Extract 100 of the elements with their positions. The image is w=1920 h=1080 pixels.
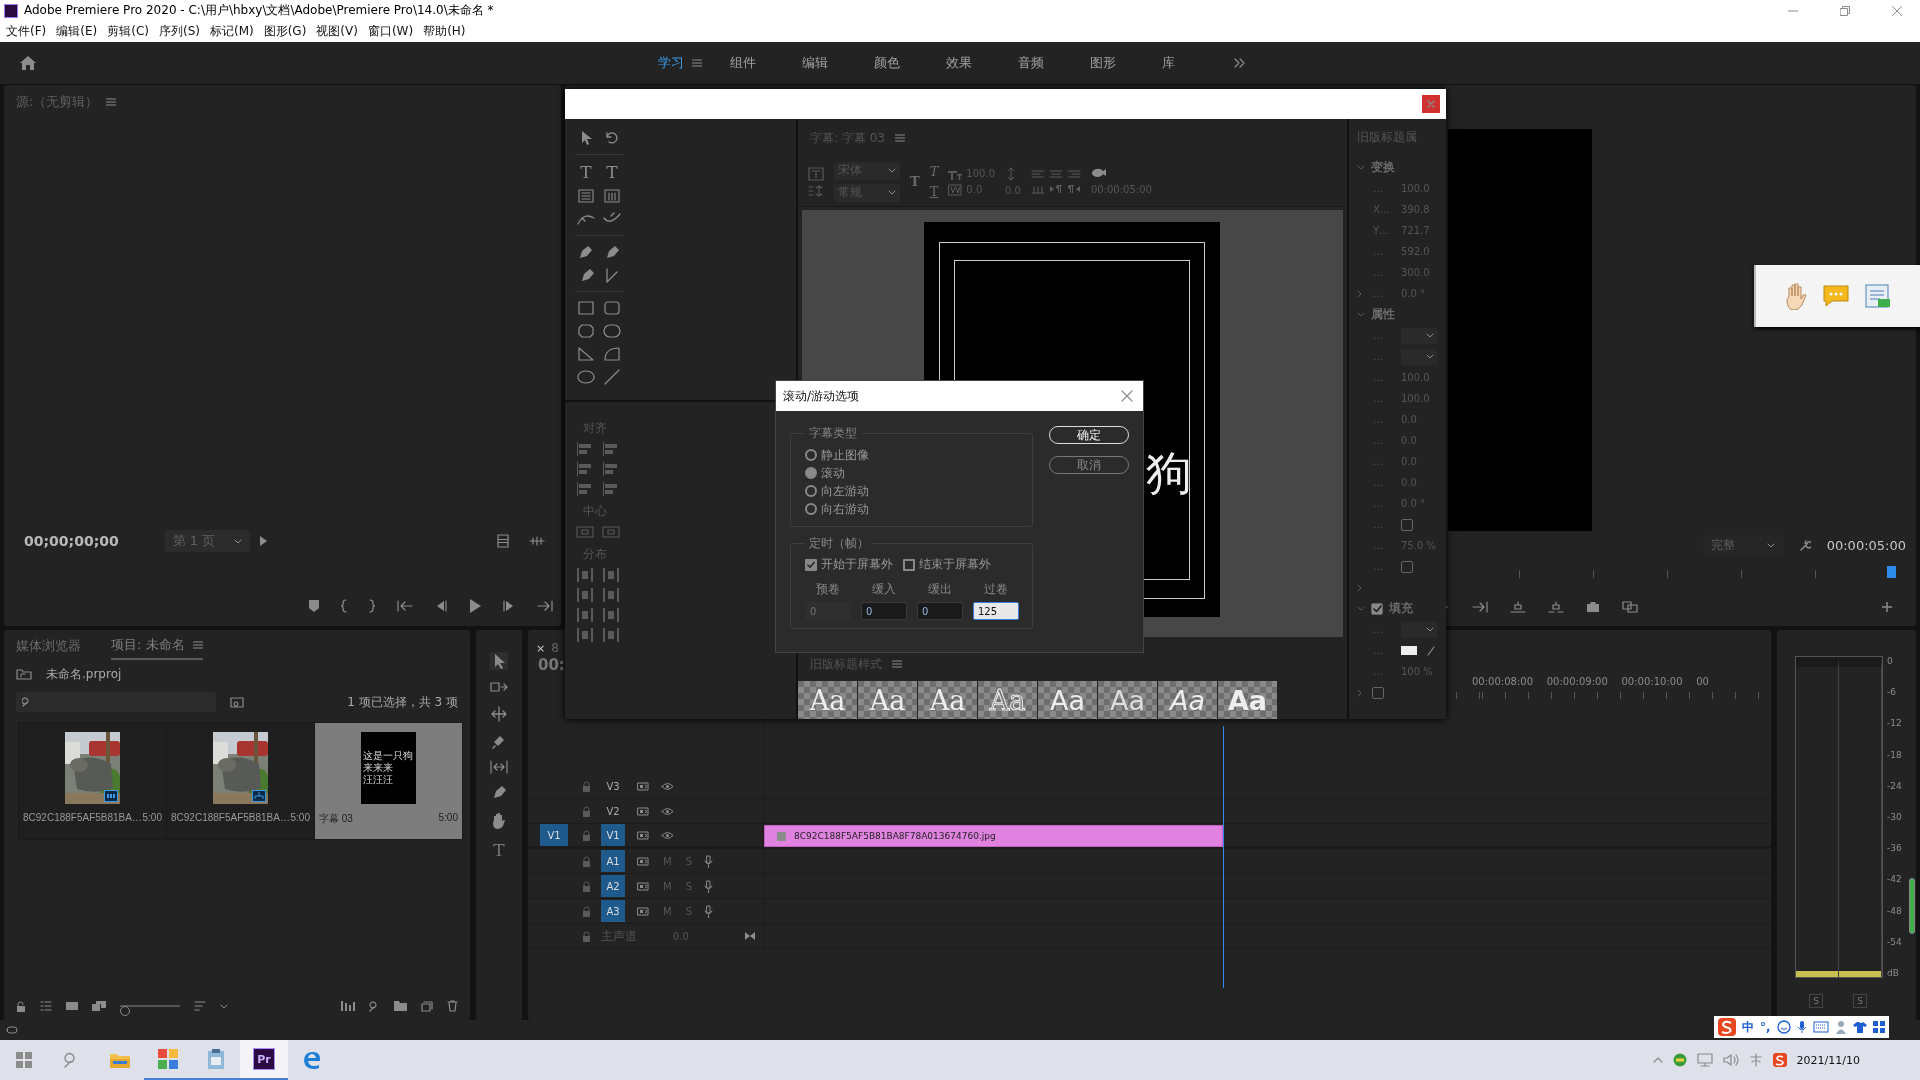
solo-button[interactable]: S (1809, 994, 1823, 1008)
dialog-button[interactable]: 确定 (1049, 426, 1129, 444)
item-duration: 5:00 (438, 812, 458, 825)
input-field[interactable]: 125 (973, 602, 1019, 620)
type-tool[interactable]: T (575, 162, 597, 182)
dialog-button[interactable]: 取消 (1049, 456, 1129, 474)
type-tool[interactable]: T (493, 840, 505, 860)
timecode[interactable]: 00:00:05:00 (1826, 538, 1906, 554)
radio-option[interactable]: 向左游动 (805, 482, 1022, 500)
meter-scale-label: -36 (1887, 843, 1902, 854)
style-swatch[interactable]: Aa (978, 681, 1037, 719)
timecode[interactable]: 00: (538, 656, 565, 674)
menu-item[interactable]: 剪辑(C) (107, 23, 149, 40)
workspace-tab[interactable]: 库 (1162, 54, 1175, 72)
menu-item[interactable]: 编辑(E) (56, 23, 98, 40)
radio-label[interactable]: 滚动 (821, 464, 845, 482)
menu-item[interactable]: 窗口(W) (367, 23, 414, 40)
field-label: 缓出 (927, 581, 953, 598)
workspace-tab[interactable]: 颜色 (874, 54, 900, 72)
input-field[interactable]: 0 (917, 602, 963, 620)
meter-scale-label: -42 (1887, 874, 1902, 885)
track-name[interactable]: A3 (601, 900, 625, 922)
item-duration: 5:00 (142, 812, 162, 823)
property-label: … (1373, 540, 1384, 551)
property-label: … (1373, 477, 1384, 488)
radio-option[interactable]: 滚动 (805, 464, 1022, 482)
close-tab[interactable]: × (536, 641, 546, 655)
radio-label[interactable]: 向左游动 (821, 482, 869, 500)
section-title[interactable]: 属性 (1371, 306, 1395, 323)
property-label: … (1373, 372, 1384, 383)
style-button[interactable]: T (910, 173, 920, 190)
meter-scale-label: dB (1887, 967, 1900, 978)
radio-label[interactable]: 静止图像 (821, 446, 869, 464)
style-swatch[interactable]: Aa (1038, 681, 1097, 719)
ruler-label: 00 (1696, 676, 1710, 687)
property-label: … (1373, 435, 1384, 446)
project-item[interactable]: 这是一只狗 来来来 汪汪汪 字幕 03 5:00 (315, 723, 463, 839)
meter-scale-label: -18 (1887, 749, 1902, 760)
vertical-type-tool[interactable]: T (601, 162, 623, 182)
menu-item[interactable]: 帮助(H) (423, 23, 466, 40)
section-title[interactable]: 填充 (1389, 600, 1413, 617)
menu-item[interactable]: 标记(M) (209, 23, 254, 40)
property-label: … (1373, 666, 1384, 677)
workspace-tab[interactable]: 效果 (946, 54, 972, 72)
timeline-clip[interactable]: 8C92C188F5AF5B81BA8F78A013674760.jpg (764, 825, 1223, 847)
property-label: … (1373, 624, 1384, 635)
meter-scale-label: 0 (1887, 656, 1894, 666)
item-name: 8C92C188F5AF5B81BA… (23, 812, 142, 823)
meter-scale-label: -24 (1887, 780, 1902, 791)
timecode[interactable]: 00;00;00;00 (24, 533, 119, 549)
title-text[interactable]: 狗 (1146, 448, 1192, 498)
project-item[interactable]: 8C92C188F5AF5B81BA…5:00 (167, 723, 315, 839)
menu-item[interactable]: 文件(F) (6, 23, 47, 40)
ruler-label: 00:00:09:00 (1546, 676, 1609, 687)
style-swatch[interactable]: Aa (1218, 681, 1277, 719)
style-button[interactable]: T (929, 163, 939, 180)
workspace-tab[interactable]: 学习 (658, 54, 684, 72)
track-name[interactable]: A2 (601, 875, 625, 897)
radio-option[interactable]: 向右游动 (805, 500, 1022, 518)
track-name[interactable]: A1 (601, 850, 625, 872)
workspace-tab[interactable]: 编辑 (802, 54, 828, 72)
meter-scale-label: -48 (1887, 905, 1902, 916)
style-swatch[interactable]: Aa (798, 681, 857, 719)
style-swatch[interactable]: Aa (1098, 681, 1157, 719)
date[interactable]: 2021/11/10 (1796, 1053, 1860, 1067)
property-label: … (1373, 183, 1384, 194)
menu-item[interactable]: 序列(S) (158, 23, 200, 40)
menu-item[interactable]: 图形(G) (263, 23, 307, 40)
sequence-tab[interactable]: 8 (551, 641, 559, 655)
checkbox-label[interactable]: 结束于屏幕外 (919, 556, 991, 573)
group-label: 字幕类型 (808, 425, 858, 442)
workspace-tab[interactable]: 音频 (1018, 54, 1044, 72)
radio-label[interactable]: 向右游动 (821, 500, 869, 518)
taskbar-button[interactable]: Pr (240, 1040, 288, 1080)
track-name[interactable]: V3 (601, 775, 625, 797)
punctuation-mode[interactable]: °, (1760, 1020, 1771, 1034)
section-title[interactable]: 变换 (1371, 159, 1395, 176)
style-swatch[interactable]: Aa (1158, 681, 1217, 719)
group-label: 定时（帧） (808, 535, 870, 552)
property-label: … (1373, 519, 1384, 530)
property-label: … (1373, 456, 1384, 467)
radio-option[interactable]: 静止图像 (805, 446, 1022, 464)
input-field[interactable]: 0 (861, 602, 907, 620)
style-button[interactable]: T (929, 183, 939, 200)
project-item[interactable]: 8C92C188F5AF5B81BA…5:00 (19, 723, 167, 839)
panel-tab[interactable]: 媒体浏览器 (16, 636, 81, 660)
checkbox-label[interactable]: 开始于屏幕外 (821, 556, 893, 573)
workspace-tab[interactable]: 组件 (730, 54, 756, 72)
property-label: … (1373, 393, 1384, 404)
track-name[interactable]: V2 (601, 800, 625, 822)
style-swatch[interactable]: Aa (858, 681, 917, 719)
selection-count: 1 项已选择，共 3 项 (347, 693, 458, 711)
meter-scale-label: -30 (1887, 811, 1902, 822)
input-mode[interactable]: 中 (1742, 1018, 1754, 1036)
panel-tab[interactable]: 项目: 未命名 (111, 636, 203, 660)
menu-item[interactable]: 视图(V) (316, 23, 358, 40)
style-swatch[interactable]: Aa (918, 681, 977, 719)
track-name[interactable]: V1 (601, 824, 625, 846)
workspace-tab[interactable]: 图形 (1090, 54, 1116, 72)
solo-button[interactable]: S (1853, 994, 1867, 1008)
